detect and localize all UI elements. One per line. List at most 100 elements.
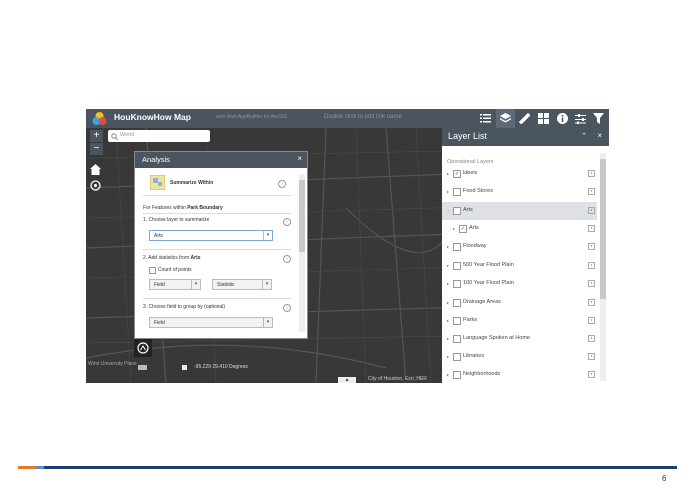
layer-row[interactable]: ▸ 500 Year Flood Plain ▾ bbox=[442, 257, 597, 275]
scroll-thumb[interactable] bbox=[600, 159, 606, 299]
caret-right-icon[interactable]: ▸ bbox=[447, 281, 449, 286]
collapse-icon[interactable]: ⌃ bbox=[581, 132, 587, 140]
layer-options-icon[interactable]: ▾ bbox=[588, 225, 595, 232]
layer-options-icon[interactable]: ▾ bbox=[588, 207, 595, 214]
layer-list-title: Layer List bbox=[448, 131, 488, 141]
about-button[interactable] bbox=[553, 109, 572, 128]
summarize-within-icon bbox=[150, 175, 165, 190]
layer-row[interactable]: ▸ Floodway ▾ bbox=[442, 238, 597, 256]
layer-checkbox[interactable] bbox=[453, 353, 461, 361]
layer-label: Arts bbox=[463, 207, 473, 213]
caret-right-icon[interactable]: ▸ bbox=[447, 189, 449, 194]
home-icon[interactable] bbox=[89, 163, 102, 176]
caret-right-icon[interactable]: ▸ bbox=[453, 226, 455, 231]
layer-label: Floodway bbox=[463, 243, 487, 249]
layer-checkbox[interactable] bbox=[453, 262, 461, 270]
layer-list-button[interactable] bbox=[496, 109, 515, 128]
caret-right-icon[interactable]: ▸ bbox=[447, 354, 449, 359]
coordinates-toggle[interactable] bbox=[182, 365, 187, 370]
help-icon[interactable]: ? bbox=[278, 180, 286, 188]
caret-right-icon[interactable]: ▸ bbox=[447, 263, 449, 268]
layer-checkbox[interactable] bbox=[453, 280, 461, 288]
layer-options-icon[interactable]: ▾ bbox=[588, 371, 595, 378]
close-icon[interactable]: × bbox=[597, 131, 602, 140]
attribution-toggle[interactable]: ▲ bbox=[338, 377, 356, 383]
layer-checkbox[interactable]: ✓ bbox=[453, 170, 461, 178]
layer-list-scrollbar[interactable] bbox=[600, 153, 606, 381]
caret-right-icon[interactable]: ▸ bbox=[447, 244, 449, 249]
measure-button[interactable] bbox=[515, 109, 534, 128]
layer-options-icon[interactable]: ▾ bbox=[588, 353, 595, 360]
layer-options-icon[interactable]: ▾ bbox=[588, 317, 595, 324]
layer-row[interactable]: ▸ Drainage Areas ▾ bbox=[442, 294, 597, 312]
tool-name: Summarize Within bbox=[170, 180, 214, 186]
map-coordinates: -95.229 29.410 Degrees bbox=[194, 364, 248, 370]
analysis-widget-button[interactable] bbox=[134, 339, 152, 357]
layer-label: Food Stores bbox=[463, 188, 493, 194]
layer-checkbox[interactable]: ✓ bbox=[459, 225, 467, 233]
filter-button[interactable] bbox=[589, 109, 608, 128]
caret-right-icon[interactable]: ▸ bbox=[447, 336, 449, 341]
app-subtitle: web Web AppBuilder for ArcGIS bbox=[216, 114, 287, 120]
step2-label: 2. Add statistics from Arts bbox=[143, 255, 201, 261]
divider bbox=[143, 298, 291, 299]
edit-link-text[interactable]: Double click to edit link name bbox=[324, 114, 402, 120]
layer-label: Language Spoken at Home bbox=[463, 335, 530, 341]
layer-checkbox[interactable] bbox=[453, 188, 461, 196]
layer-options-icon[interactable]: ▾ bbox=[588, 335, 595, 342]
layer-row[interactable]: ▸ Neighborhoods ▾ bbox=[442, 366, 597, 383]
scroll-thumb[interactable] bbox=[299, 180, 305, 252]
caret-right-icon[interactable]: ▸ bbox=[447, 300, 449, 305]
divider bbox=[143, 195, 291, 196]
help-icon[interactable]: ? bbox=[283, 218, 291, 226]
step3-label: 3. Choose field to group by (optional) bbox=[143, 304, 225, 310]
layer-label: Parks bbox=[463, 317, 478, 323]
search-input[interactable]: World bbox=[108, 130, 210, 142]
basemap-gallery-button[interactable] bbox=[534, 109, 553, 128]
layer-row[interactable]: ▸ Language Spoken at Home ▾ bbox=[442, 330, 597, 348]
layer-checkbox[interactable] bbox=[453, 371, 461, 379]
group-by-field-select[interactable]: Field ▾ bbox=[149, 317, 273, 328]
layer-checkbox[interactable] bbox=[453, 243, 461, 251]
analysis-close-button[interactable]: × bbox=[297, 154, 302, 163]
layer-row[interactable]: ▸ Libraries ▾ bbox=[442, 348, 597, 366]
layer-options-icon[interactable]: ▾ bbox=[588, 170, 595, 177]
layer-label: Arts bbox=[469, 225, 479, 231]
layer-options-icon[interactable]: ▾ bbox=[588, 280, 595, 287]
zoom-in-button[interactable]: + bbox=[90, 130, 103, 142]
help-icon[interactable]: ? bbox=[283, 255, 291, 263]
layer-row[interactable]: ▸ Food Stores ▾ bbox=[442, 183, 597, 201]
locate-icon[interactable] bbox=[89, 179, 102, 192]
layer-to-summarize-select[interactable]: Arts ▾ bbox=[149, 230, 273, 241]
analysis-scrollbar[interactable] bbox=[299, 174, 305, 332]
help-icon[interactable]: ? bbox=[283, 304, 291, 312]
layer-row[interactable]: ▸ Parks ▾ bbox=[442, 312, 597, 330]
caret-right-icon[interactable]: ▸ bbox=[447, 372, 449, 377]
zoom-out-button[interactable]: − bbox=[90, 143, 103, 155]
layer-checkbox[interactable] bbox=[453, 299, 461, 307]
layer-row[interactable]: ▸ ✓ Arts ▾ bbox=[442, 220, 597, 238]
field-select[interactable]: Field ▾ bbox=[149, 279, 201, 290]
layer-list-panel: Layer List ⌃ × Operational Layers ▸ ✓ labe… bbox=[442, 128, 609, 383]
layer-label: labels bbox=[463, 170, 478, 176]
caret-right-icon[interactable]: ▸ bbox=[447, 171, 449, 176]
layer-checkbox[interactable] bbox=[453, 207, 461, 215]
layer-options-icon[interactable]: ▾ bbox=[588, 243, 595, 250]
layer-options-icon[interactable]: ▾ bbox=[588, 299, 595, 306]
layer-options-icon[interactable]: ▾ bbox=[588, 262, 595, 269]
layer-options-icon[interactable]: ▾ bbox=[588, 188, 595, 195]
attribute-table-button[interactable] bbox=[571, 109, 590, 128]
layer-row[interactable]: ▸ ✓ labels ▾ bbox=[442, 165, 597, 183]
count-points-label: Count of points bbox=[158, 267, 192, 273]
statistic-select[interactable]: Statistic ▾ bbox=[212, 279, 272, 290]
grid-icon bbox=[538, 113, 549, 124]
layers-icon bbox=[500, 113, 511, 123]
layer-row[interactable]: − Arts ▾ bbox=[442, 202, 597, 220]
legend-button[interactable] bbox=[476, 109, 495, 128]
layer-checkbox[interactable] bbox=[453, 317, 461, 325]
layer-checkbox[interactable] bbox=[453, 335, 461, 343]
count-points-checkbox[interactable] bbox=[149, 267, 156, 274]
layer-row[interactable]: ▸ 100 Year Flood Plain ▾ bbox=[442, 275, 597, 293]
caret-right-icon[interactable]: ▸ bbox=[447, 318, 449, 323]
expand-minus-icon[interactable]: − bbox=[447, 208, 449, 213]
